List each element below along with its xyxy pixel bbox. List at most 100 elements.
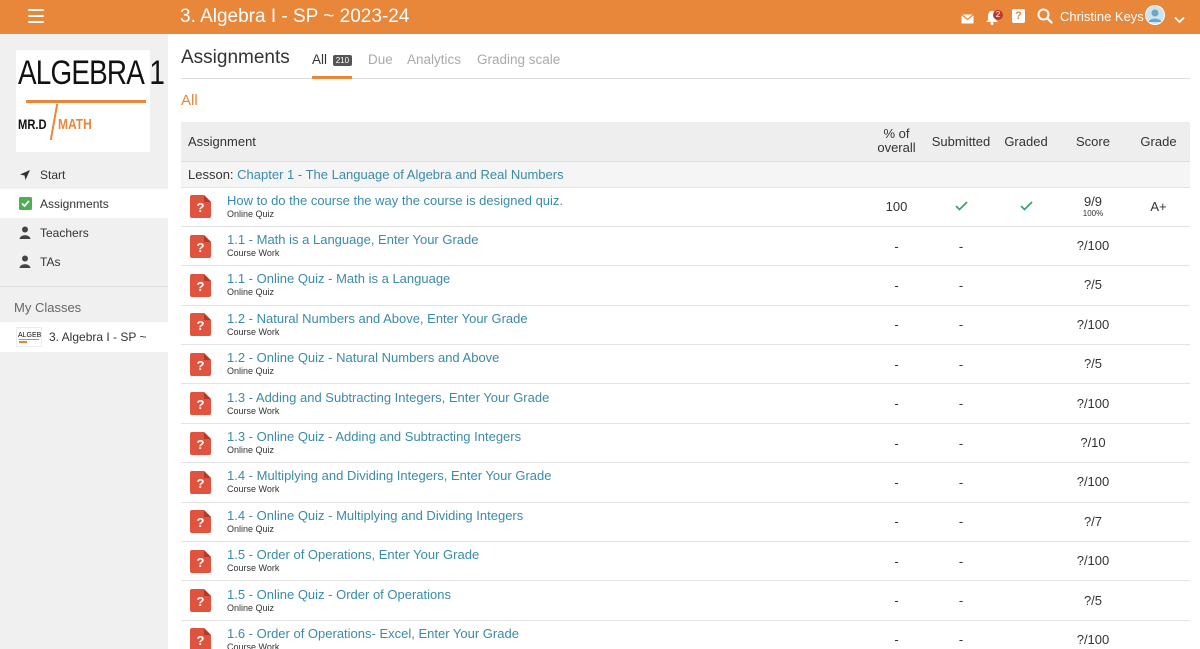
checkbox-icon xyxy=(18,197,32,211)
search-icon[interactable] xyxy=(1037,8,1053,24)
percent-cell: - xyxy=(864,423,929,464)
logo-sub-left: MR.D xyxy=(18,116,47,132)
graded-cell xyxy=(993,226,1059,267)
svg-text:?: ? xyxy=(197,476,205,491)
column-header-graded[interactable]: Graded xyxy=(993,122,1059,162)
percent-cell: - xyxy=(864,620,929,649)
graded-cell xyxy=(993,383,1059,424)
table-row: ? 1.1 - Math is a Language, Enter Your Gr… xyxy=(181,226,1190,267)
svg-text:?: ? xyxy=(197,437,205,452)
graded-cell xyxy=(993,541,1059,582)
assignment-link[interactable]: 1.3 - Adding and Subtracting Integers, E… xyxy=(227,390,549,405)
grade-cell: A+ xyxy=(1127,187,1190,227)
score-value: ?/100 xyxy=(1076,631,1110,647)
assignment-link[interactable]: 1.5 - Online Quiz - Order of Operations xyxy=(227,587,451,602)
header-percent-line1: % of xyxy=(883,126,910,142)
help-icon[interactable]: ? xyxy=(1012,9,1025,23)
submitted-cell: - xyxy=(929,502,993,543)
score-value: ?/10 xyxy=(1080,435,1106,451)
user-name[interactable]: Christine Keys xyxy=(1060,9,1144,24)
assignment-link[interactable]: 1.1 - Online Quiz - Math is a Language xyxy=(227,272,450,286)
class-item[interactable]: ALGEBRA 1 3. Algebra I - SP ~ xyxy=(0,322,168,352)
tab-all[interactable]: All 210 xyxy=(312,52,353,67)
score-cell: ?/100 xyxy=(1059,620,1127,649)
graded-cell xyxy=(993,580,1059,621)
assignment-link[interactable]: How to do the course the way the course … xyxy=(227,193,563,208)
quiz-file-icon: ? xyxy=(190,589,211,613)
score-cell: ?/100 xyxy=(1059,383,1127,424)
svg-text:?: ? xyxy=(197,633,205,648)
table-row: ? 1.3 - Online Quiz - Adding and Subtract… xyxy=(181,423,1190,464)
column-header-assignment[interactable]: Assignment xyxy=(181,122,864,162)
assignment-cell: ? 1.3 - Online Quiz - Adding and Subtract… xyxy=(181,423,864,464)
assignment-cell: ? 1.5 - Order of Operations, Enter Your G… xyxy=(181,541,864,582)
lesson-prefix: Lesson: xyxy=(188,166,234,182)
tab-analytics[interactable]: Analytics xyxy=(407,52,461,67)
svg-text:?: ? xyxy=(197,279,205,294)
app-title: 3. Algebra I - SP ~ 2023-24 xyxy=(180,6,410,27)
score-value: ?/5 xyxy=(1083,277,1103,293)
sidebar-item-start[interactable]: Start xyxy=(0,160,168,189)
assignment-link[interactable]: 1.5 - Order of Operations, Enter Your Gr… xyxy=(227,548,479,562)
table-row: ? 1.6 - Order of Operations- Excel, Enter… xyxy=(181,620,1190,649)
assignment-cell: ? 1.4 - Multiplying and Dividing Integers… xyxy=(181,462,864,503)
svg-text:ALGEBRA 1: ALGEBRA 1 xyxy=(18,332,41,339)
svg-text:?: ? xyxy=(197,594,205,609)
sidebar-item-assignments[interactable]: Assignments xyxy=(0,189,168,218)
chevron-down-icon[interactable] xyxy=(1174,11,1185,24)
logo-rule xyxy=(26,100,146,103)
page-title: Assignments xyxy=(181,47,290,68)
svg-text:?: ? xyxy=(197,515,205,530)
submitted-cell: - xyxy=(929,265,993,306)
column-header-percent[interactable]: % of overall xyxy=(864,122,929,162)
check-icon xyxy=(1019,199,1033,214)
score-value: 9/9 xyxy=(1083,193,1103,209)
quiz-file-icon: ? xyxy=(190,628,211,649)
table-row: ? 1.3 - Adding and Subtracting Integers, … xyxy=(181,383,1190,424)
menu-icon[interactable] xyxy=(28,9,44,23)
assignment-type: Course Work xyxy=(227,484,280,495)
quiz-file-icon: ? xyxy=(190,273,211,297)
score-value: ?/100 xyxy=(1076,553,1110,569)
quiz-file-icon: ? xyxy=(190,352,211,376)
assignment-link[interactable]: 1.2 - Online Quiz - Natural Numbers and … xyxy=(227,351,499,365)
mail-icon[interactable] xyxy=(961,11,974,24)
assignment-link[interactable]: 1.4 - Online Quiz - Multiplying and Divi… xyxy=(227,508,523,523)
grade-cell xyxy=(1127,541,1190,582)
lesson-link[interactable]: Chapter 1 - The Language of Algebra and … xyxy=(237,167,563,182)
graded-cell xyxy=(993,187,1059,227)
tab-due[interactable]: Due xyxy=(368,52,393,67)
my-classes-heading: My Classes xyxy=(14,300,82,315)
grade-cell xyxy=(1127,265,1190,306)
assignment-link[interactable]: 1.3 - Online Quiz - Adding and Subtracti… xyxy=(227,430,521,444)
submitted-cell: - xyxy=(929,305,993,346)
logo-radical xyxy=(49,104,59,140)
logo-title: ALGEBRA 1 xyxy=(18,54,165,92)
percent-cell: - xyxy=(864,226,929,267)
bell-icon[interactable]: 2 xyxy=(985,7,1003,25)
sidebar-item-tas[interactable]: TAs xyxy=(0,247,168,276)
score-value: ?/100 xyxy=(1076,238,1110,254)
percent-cell: - xyxy=(864,502,929,543)
assignment-link[interactable]: 1.4 - Multiplying and Dividing Integers,… xyxy=(227,469,551,483)
assignment-type: Course Work xyxy=(227,563,280,574)
avatar[interactable] xyxy=(1145,5,1165,25)
tab-grading-scale[interactable]: Grading scale xyxy=(477,52,560,67)
assignment-link[interactable]: 1.6 - Order of Operations- Excel, Enter … xyxy=(227,626,519,641)
column-header-submitted[interactable]: Submitted xyxy=(929,122,993,162)
assignment-link[interactable]: 1.2 - Natural Numbers and Above, Enter Y… xyxy=(227,311,528,326)
graded-cell xyxy=(993,305,1059,346)
assignment-cell: ? 1.1 - Math is a Language, Enter Your Gr… xyxy=(181,226,864,267)
column-header-grade[interactable]: Grade xyxy=(1127,122,1190,162)
submitted-cell: - xyxy=(929,541,993,582)
submitted-cell: - xyxy=(929,226,993,267)
score-value: ?/100 xyxy=(1076,474,1110,490)
assignment-type: Course Work xyxy=(227,248,280,259)
sidebar-item-teachers[interactable]: Teachers xyxy=(0,218,168,247)
grade-cell xyxy=(1127,580,1190,621)
submitted-cell: - xyxy=(929,344,993,385)
graded-cell xyxy=(993,502,1059,543)
column-header-score[interactable]: Score xyxy=(1059,122,1127,162)
assignment-link[interactable]: 1.1 - Math is a Language, Enter Your Gra… xyxy=(227,233,479,247)
header-percent-line2: overall xyxy=(877,140,916,156)
